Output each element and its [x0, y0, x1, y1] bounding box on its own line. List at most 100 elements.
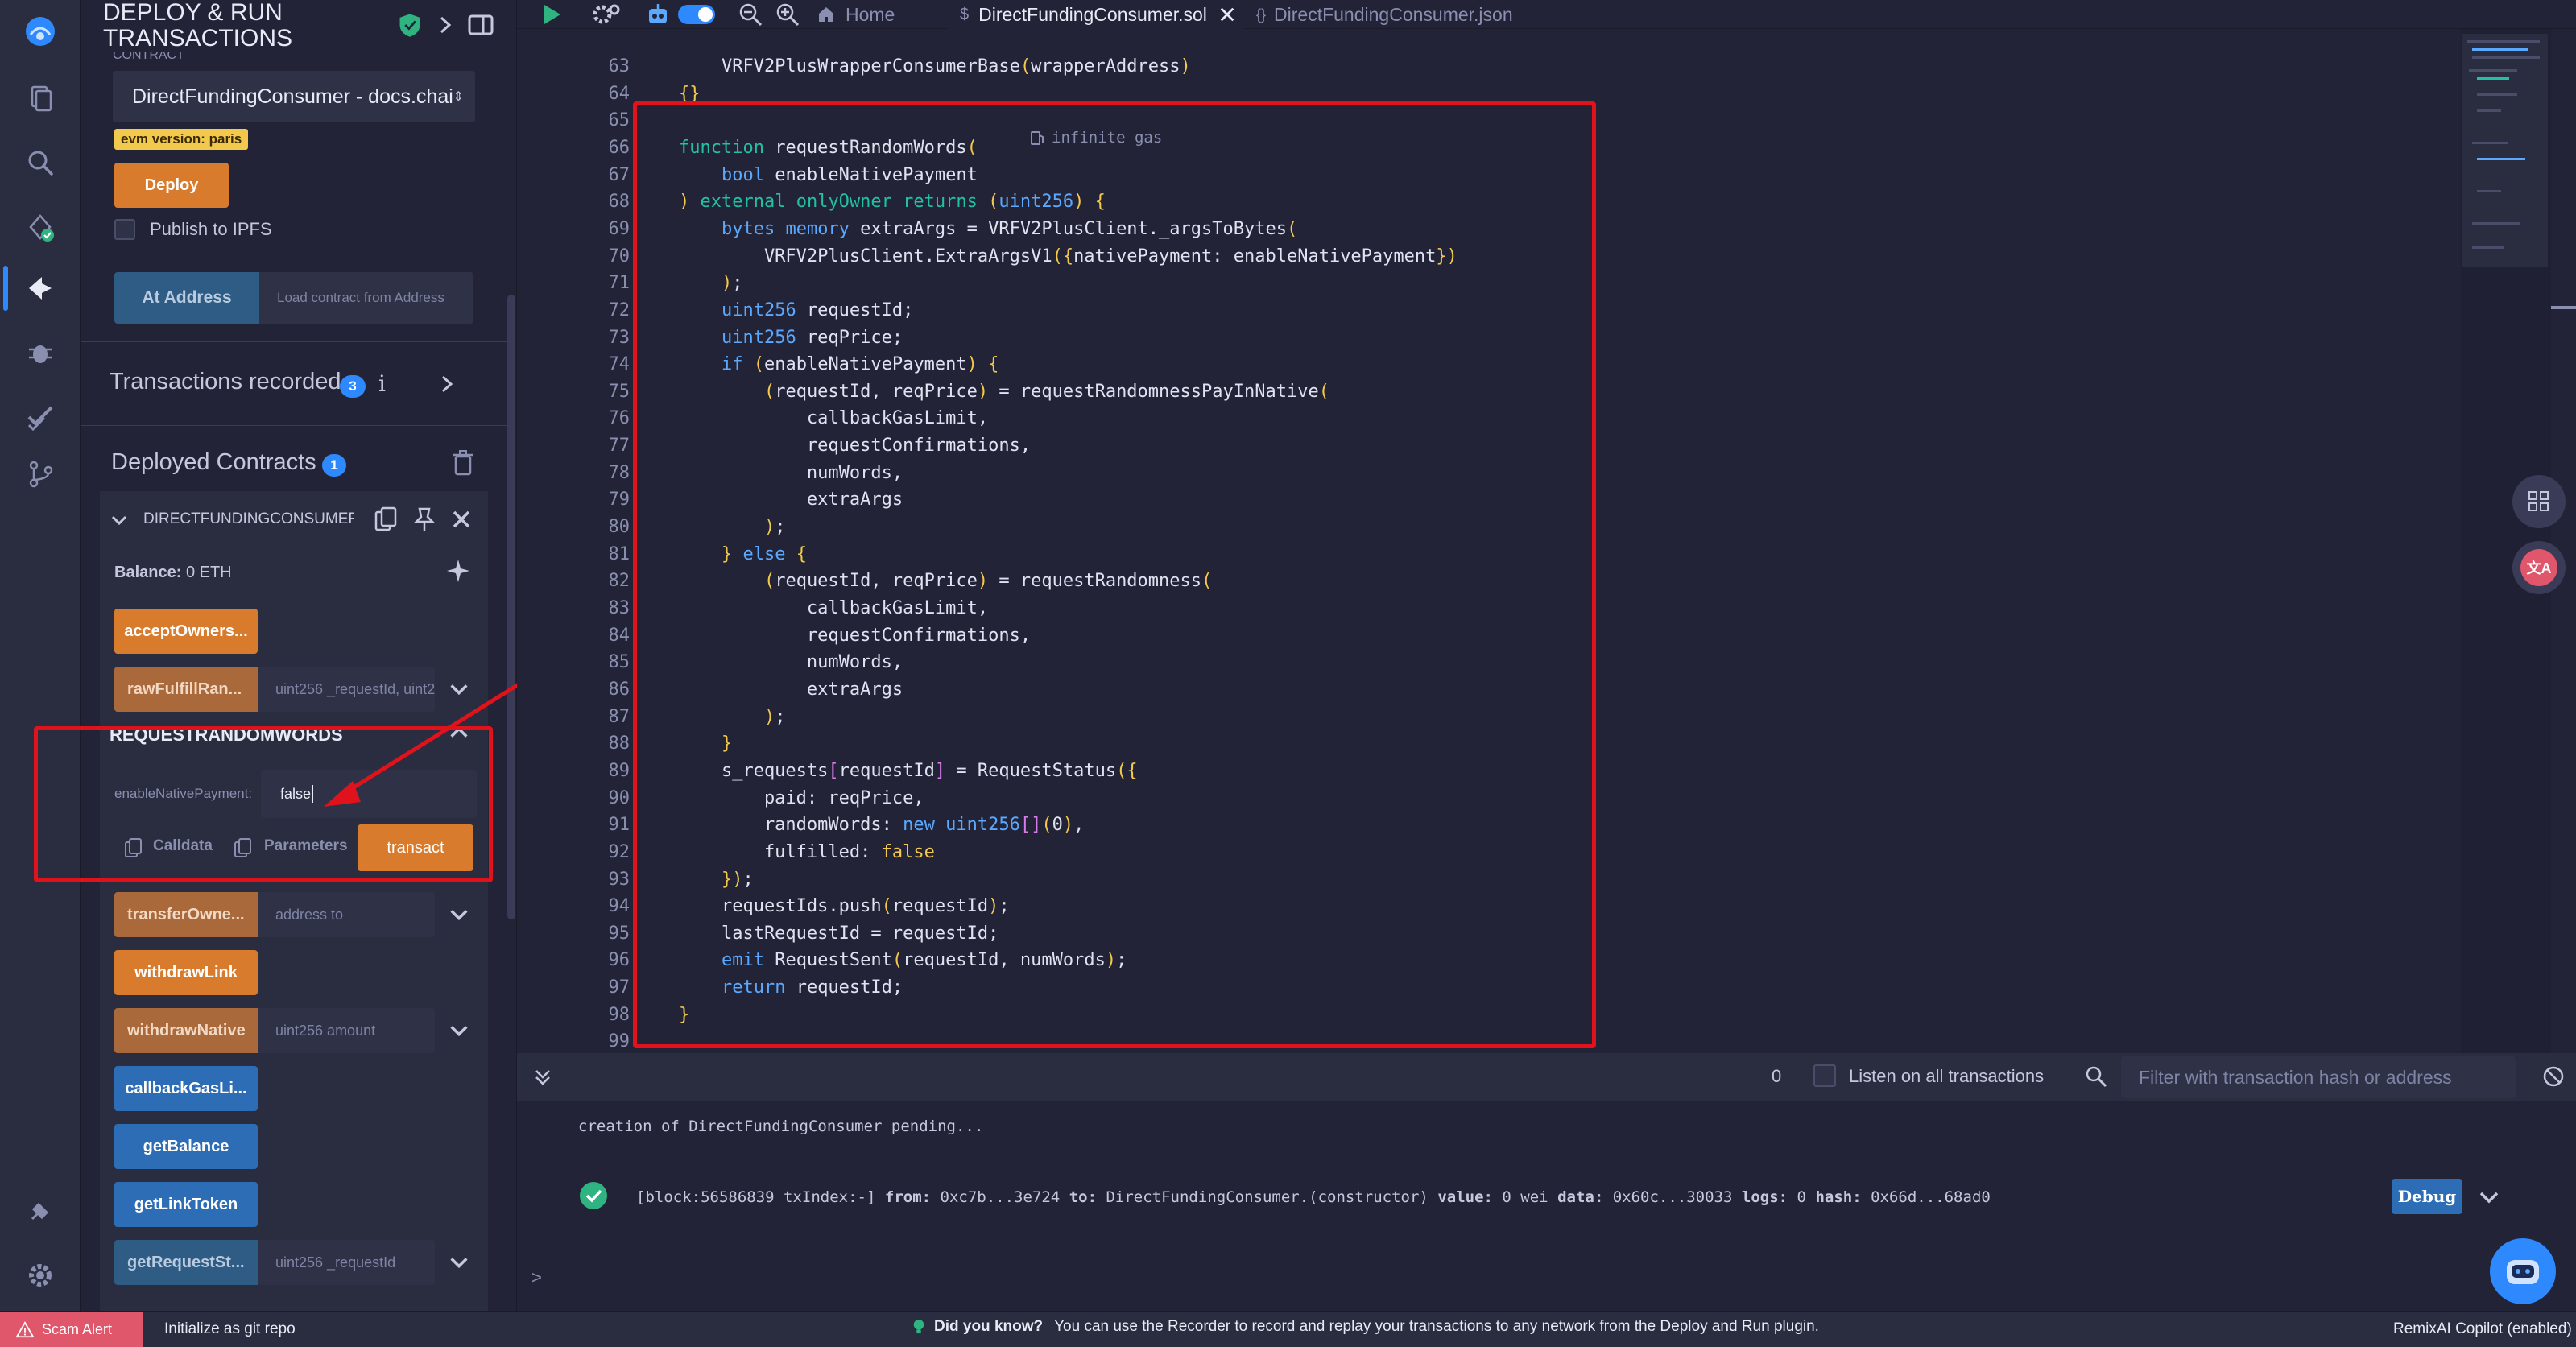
line-number: 76 — [608, 408, 631, 429]
fn-raw-fulfill-button[interactable]: rawFulfillRan... — [114, 667, 258, 712]
contract-select-value: DirectFundingConsumer - docs.chai — [132, 85, 453, 108]
line-number: 83 — [608, 598, 631, 618]
search-icon[interactable] — [2084, 1064, 2108, 1089]
file-explorer-icon[interactable] — [18, 76, 63, 121]
copy-icon[interactable] — [374, 506, 398, 533]
search-icon[interactable] — [18, 140, 63, 185]
zoom-out-icon[interactable] — [738, 2, 763, 27]
deploy-run-icon[interactable] — [18, 266, 63, 311]
chevron-down-icon[interactable] — [448, 1251, 470, 1274]
remix-logo-icon[interactable] — [14, 5, 67, 58]
line-number: 94 — [608, 896, 631, 917]
code-line[interactable]: VRFV2PlusWrapperConsumerBase(wrapperAddr… — [636, 56, 1191, 76]
scam-alert-label: Scam Alert — [42, 1321, 113, 1337]
code-line[interactable]: {} — [636, 84, 701, 104]
clear-console-icon[interactable] — [2541, 1064, 2566, 1089]
debug-button[interactable]: Debug — [2392, 1179, 2462, 1214]
solidity-file-icon: $ — [960, 5, 970, 23]
listen-all-checkbox[interactable] — [1813, 1064, 1836, 1087]
publish-ipfs-label: Publish to IPFS — [150, 219, 272, 239]
deployed-contracts-label: Deployed Contracts — [111, 449, 316, 475]
trash-icon[interactable] — [451, 449, 475, 477]
fn-transfer-ownership-args[interactable]: address to — [258, 892, 435, 937]
scam-alert[interactable]: Scam Alert — [0, 1312, 143, 1347]
autocompile-toggle[interactable] — [678, 5, 715, 24]
chevron-down-icon[interactable] — [448, 1019, 470, 1042]
settings-gear-icon[interactable] — [18, 1253, 63, 1298]
fn-withdraw-native-args[interactable]: uint256 amount — [258, 1008, 435, 1053]
shield-check-icon[interactable] — [396, 11, 424, 39]
line-number: 78 — [608, 462, 631, 483]
debugger-icon[interactable] — [18, 330, 63, 375]
contract-select[interactable]: DirectFundingConsumer - docs.chai ⇕ — [113, 71, 475, 122]
settings-gear-icon[interactable] — [589, 2, 622, 27]
chevron-down-icon[interactable] — [110, 510, 129, 530]
panel-layout-icon[interactable] — [467, 13, 494, 37]
tx-logs: 0 — [1797, 1188, 1806, 1206]
pending-log-line: creation of DirectFundingConsumer pendin… — [578, 1118, 984, 1135]
collapse-terminal-icon[interactable] — [531, 1066, 554, 1089]
tx-receipt-line[interactable]: [block:56586839 txIndex:-] from: 0xc7b..… — [636, 1188, 1991, 1206]
divider — [81, 425, 507, 426]
fn-get-request-status-button[interactable]: getRequestSt... — [114, 1240, 258, 1285]
tab-sol-file[interactable]: $ DirectFundingConsumer.sol — [947, 0, 1243, 29]
did-you-know-tip: Did you know? You can use the Recorder t… — [912, 1318, 1819, 1336]
line-number: 75 — [608, 381, 631, 402]
close-icon[interactable] — [449, 507, 473, 531]
zoom-in-icon[interactable] — [775, 2, 800, 27]
tx-value-key: value: — [1437, 1188, 1493, 1206]
line-number: 71 — [608, 273, 631, 294]
json-file-icon: {} — [1256, 6, 1267, 23]
git-icon[interactable] — [18, 451, 63, 496]
chevron-right-icon[interactable] — [433, 13, 457, 37]
solidity-compiler-icon[interactable] — [18, 205, 63, 250]
init-git-link[interactable]: Initialize as git repo — [164, 1320, 296, 1338]
line-number: 65 — [608, 110, 631, 131]
did-you-know-label: Did you know? — [934, 1318, 1044, 1335]
fn-get-request-status-args[interactable]: uint256 _requestId — [258, 1240, 435, 1285]
line-number: 79 — [608, 490, 631, 510]
chevron-right-icon[interactable] — [435, 372, 459, 396]
sparkle-icon[interactable] — [444, 557, 472, 585]
fn-transfer-ownership-button[interactable]: transferOwne... — [114, 892, 258, 937]
chevron-down-icon[interactable] — [448, 903, 470, 926]
ai-robot-icon[interactable] — [644, 2, 672, 27]
icon-panel — [0, 0, 81, 1311]
fn-withdraw-link-button[interactable]: withdrawLink — [114, 950, 258, 995]
fn-get-balance-button[interactable]: getBalance — [114, 1124, 258, 1169]
balance-label: Balance: — [114, 564, 182, 581]
load-contract-input[interactable]: Load contract from Address — [259, 272, 473, 324]
transaction-filter-input[interactable]: Filter with transaction hash or address — [2121, 1056, 2516, 1098]
chevron-down-icon[interactable] — [2477, 1185, 2501, 1209]
fn-withdraw-native-button[interactable]: withdrawNative — [114, 1008, 258, 1053]
line-number: 74 — [608, 354, 631, 375]
publish-ipfs-checkbox[interactable] — [114, 219, 135, 240]
deploy-button[interactable]: Deploy — [114, 163, 229, 208]
fn-accept-ownership-button[interactable]: acceptOwners... — [114, 609, 258, 654]
pin-icon[interactable] — [412, 506, 436, 533]
tab-home[interactable]: Home — [817, 0, 945, 29]
plugin-manager-icon[interactable] — [18, 1188, 63, 1233]
tab-json-file[interactable]: {} DirectFundingConsumer.json — [1256, 0, 1546, 29]
info-icon[interactable]: i — [378, 370, 386, 397]
testing-icon[interactable] — [18, 395, 63, 440]
grid-apps-icon[interactable] — [2512, 475, 2566, 528]
fn-get-link-token-button[interactable]: getLinkToken — [114, 1182, 258, 1227]
editor-scrollbar[interactable] — [2551, 29, 2576, 1053]
tx-hash: 0x66d...68ad0 — [1871, 1188, 1991, 1206]
tx-from: 0xc7b...3e724 — [940, 1188, 1061, 1206]
run-play-icon[interactable] — [538, 2, 564, 27]
line-number: 67 — [608, 164, 631, 185]
annotation-arrow-icon — [324, 682, 520, 807]
panel-scrollbar[interactable] — [507, 295, 515, 919]
at-address-button[interactable]: At Address — [114, 272, 259, 324]
lightbulb-icon — [913, 1320, 924, 1334]
fn-callback-gas-limit-button[interactable]: callbackGasLi... — [114, 1066, 258, 1111]
translate-icon[interactable]: 文A — [2512, 541, 2566, 594]
console-prompt[interactable]: > — [531, 1267, 542, 1288]
evm-version-badge: evm version: paris — [114, 129, 249, 150]
close-icon[interactable] — [1218, 6, 1236, 23]
ai-assistant-robot-icon[interactable] — [2490, 1238, 2556, 1304]
line-number: 95 — [608, 923, 631, 944]
copilot-status[interactable]: RemixAI Copilot (enabled) — [2393, 1320, 2572, 1338]
